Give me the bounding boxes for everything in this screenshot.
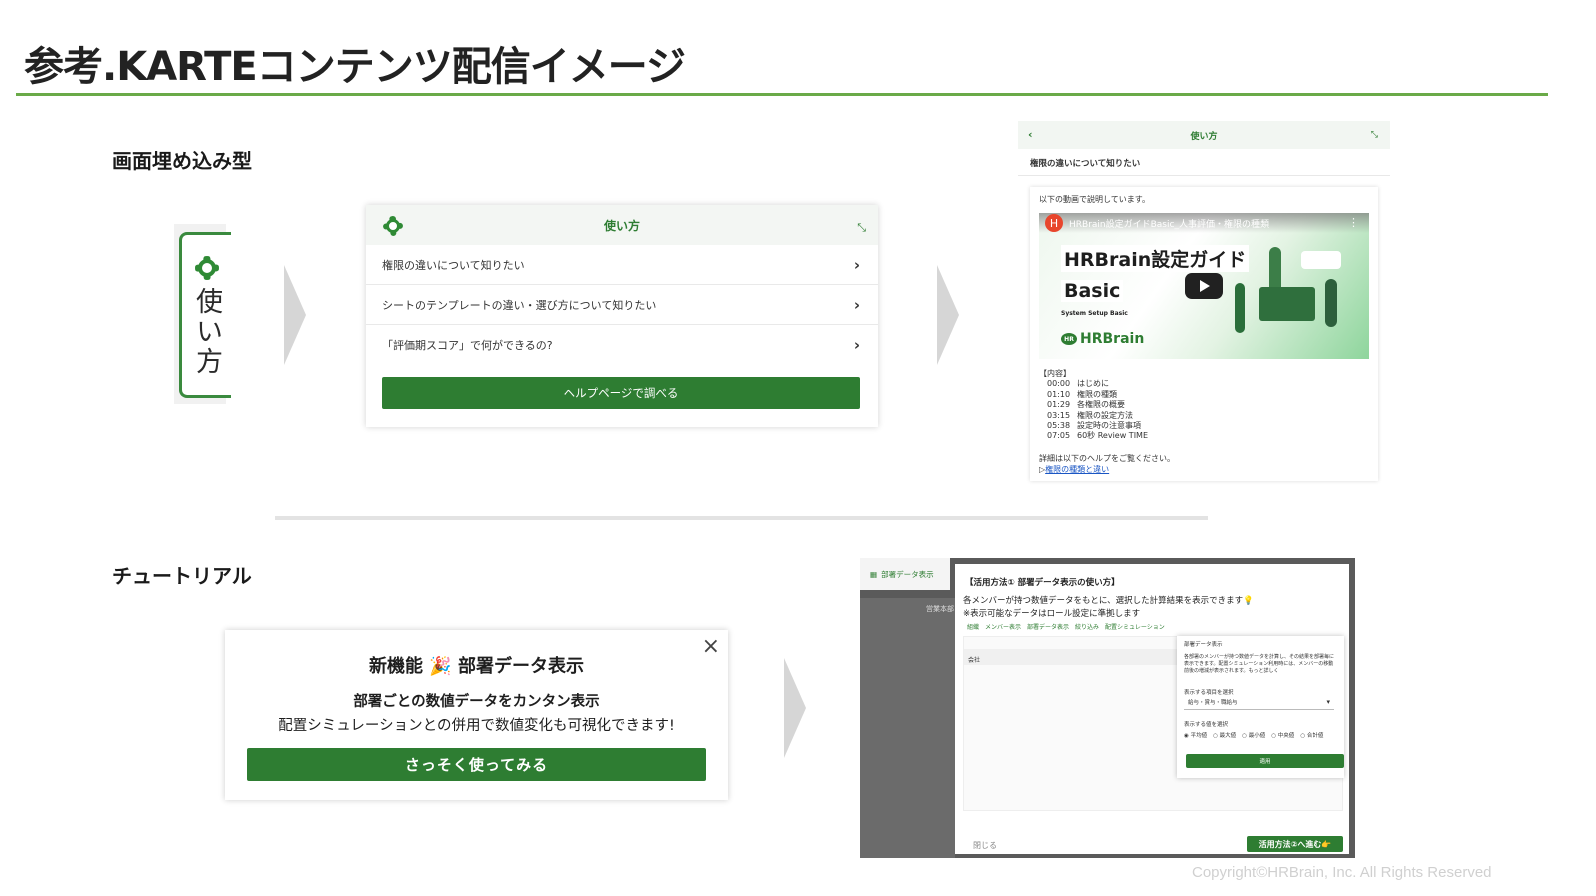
item-select-label: 表示する項目を選択 [1184, 690, 1234, 696]
value-select-label: 表示する値を選択 [1184, 722, 1229, 728]
close-button[interactable]: 閉じる [973, 840, 997, 851]
page-title: 参考.KARTEコンテンツ配信イメージ [24, 44, 686, 90]
toc-row: 01:10 権限の種類 [1047, 389, 1117, 399]
video-title: HRBrain設定ガイドBasic_人事評価・権限の種類 [1069, 219, 1269, 230]
video-subheading: System Setup Basic [1061, 310, 1128, 317]
section-divider [275, 516, 1208, 520]
brand-logo-badge: HR [1061, 333, 1077, 345]
video-brand-logo: HR HRBrain [1061, 331, 1144, 347]
usage-tab-label: 使い方 [191, 287, 222, 377]
background-label: 営業本部 [926, 605, 954, 613]
gear-icon [192, 253, 222, 283]
next-step-button[interactable]: 活用方法②へ進む👉 [1247, 836, 1343, 852]
popover-title: 部署データ表示 [1184, 642, 1223, 648]
minimize-icon[interactable]: ⤡ [857, 221, 866, 235]
detail-more-text: 詳細は以下のヘルプをご覧ください。 [1039, 454, 1175, 463]
usage-side-tab[interactable]: 使い方 [174, 224, 231, 404]
popup-description: 配置シミュレーションとの併用で数値変化も可視化できます! [278, 718, 675, 734]
video-heading: HRBrain設定ガイド [1061, 245, 1250, 272]
copyright: Copyright©HRBrain, Inc. All Rights Reser… [1192, 864, 1492, 881]
toc-row: 05:38 設定時の注意事項 [1047, 421, 1141, 431]
popup-subtitle: 部署ごとの数値データをカンタン表示 [353, 694, 600, 710]
channel-avatar: H [1045, 214, 1063, 232]
detail-card: 以下の動画で説明しています。 H HRBrain設定ガイドBasic_人事評価・… [1030, 187, 1378, 481]
back-icon[interactable]: ‹ [1028, 128, 1033, 141]
toc-row: 01:29 各権限の概要 [1047, 400, 1125, 410]
brand-name: HRBrain [1080, 331, 1145, 347]
gear-icon [382, 215, 404, 237]
modal-toolbar: 組織 メンバー表示 部署データ表示 絞り込み 配置シミュレーション [967, 624, 1165, 631]
apply-button[interactable]: 適用 [1186, 754, 1344, 768]
help-item-templates[interactable]: シートのテンプレートの違い・選び方について知りたい › [366, 285, 878, 325]
chevron-right-icon: › [853, 255, 860, 274]
help-item-label: 「評価期スコア」で何ができるの? [382, 339, 553, 352]
title-divider [16, 93, 1548, 96]
company-label: 会社 [968, 657, 981, 664]
illustration-desk [1259, 287, 1315, 321]
sidebar-item-label: 部署データ表示 [881, 569, 934, 579]
try-now-button[interactable]: さっそく使ってみる [247, 748, 706, 781]
help-widget-title: 使い方 [603, 218, 640, 233]
contents-header: 【内容】 [1039, 369, 1071, 378]
help-item-permissions[interactable]: 権限の違いについて知りたい › [366, 245, 878, 285]
illustration-chart-card [1301, 251, 1341, 269]
help-item-label: シートのテンプレートの違い・選び方について知りたい [382, 298, 657, 312]
more-vertical-icon[interactable]: ⋮ [1348, 216, 1359, 229]
sidebar-item-department-data[interactable]: ▦ 部署データ表示 [860, 558, 950, 590]
video-topbar: H HRBrain設定ガイドBasic_人事評価・権限の種類 ⋮ [1039, 213, 1369, 233]
illustration-figure [1325, 279, 1337, 327]
video-player[interactable]: H HRBrain設定ガイドBasic_人事評価・権限の種類 ⋮ HRBrain… [1039, 213, 1369, 359]
toc-row: 07:05 60秒 Review TIME [1047, 431, 1149, 441]
modal-note: ※表示可能なデータはロール設定に準拠します [963, 609, 1141, 619]
chevron-right-icon: › [853, 295, 860, 314]
modal-description: 各メンバーが持つ数値データをもとに、選択した計算結果を表示できます💡 [963, 596, 1254, 606]
popup-title: 新機能 🎉 部署データ表示 [369, 656, 584, 677]
help-item-score[interactable]: 「評価期スコア」で何ができるの? › [366, 325, 878, 365]
background-table [860, 598, 955, 858]
illustration-figure [1235, 283, 1245, 333]
detail-intro: 以下の動画で説明しています。 [1039, 195, 1150, 204]
table-icon: ▦ [870, 569, 878, 579]
tutorial-screenshot: ▦ 部署データ表示 営業本部 【活用方法① 部署データ表示の使い方】 各メンバー… [860, 558, 1355, 858]
arrow-right-icon [784, 658, 806, 758]
divider [1018, 175, 1390, 176]
toc-row: 00:00 はじめに [1047, 379, 1109, 389]
chevron-right-icon: › [853, 336, 860, 354]
section-label-tutorial: チュートリアル [112, 564, 252, 588]
help-widget: 使い方 ⤡ 権限の違いについて知りたい › シートのテンプレートの違い・選び方に… [366, 205, 878, 427]
detail-more: 詳細は以下のヘルプをご覧ください。 ▷権限の種類と違い [1039, 453, 1175, 475]
help-detail-panel: ‹ 使い方 ⤡ 権限の違いについて知りたい 以下の動画で説明しています。 H H… [1018, 121, 1390, 486]
radio-max[interactable]: ○ 最大値 [1213, 731, 1236, 739]
arrow-right-icon [937, 265, 959, 365]
popover-description: 各部署のメンバーが持つ数値データを計算し、その結果を部署毎に表示できます。配置シ… [1184, 654, 1335, 674]
modal-title: 【活用方法① 部署データ表示の使い方】 [965, 578, 1120, 588]
help-page-button[interactable]: ヘルプページで調べる [382, 377, 860, 409]
play-icon[interactable] [1185, 273, 1223, 299]
help-link[interactable]: 権限の種類と違い [1045, 465, 1109, 474]
video-contents: 【内容】 00:00 はじめに 01:10 権限の種類 01:29 各権限の概要 03… [1039, 369, 1148, 442]
new-feature-popup: × 新機能 🎉 部署データ表示 部署ごとの数値データをカンタン表示 配置シミュレ… [225, 630, 728, 800]
detail-subject: 権限の違いについて知りたい [1030, 159, 1141, 169]
section-label-embed: 画面埋め込み型 [112, 149, 252, 173]
tutorial-modal: 【活用方法① 部署データ表示の使い方】 各メンバーが持つ数値データをもとに、選択… [955, 564, 1349, 854]
item-select[interactable]: 給与・賞与・職給与 [1184, 698, 1334, 710]
detail-title: 使い方 [1190, 131, 1218, 142]
help-item-label: 権限の違いについて知りたい [382, 258, 525, 272]
value-radio-group: ◉ 平均値 ○ 最大値 ○ 最小値 ○ 中央値 ○ 合計値 [1184, 731, 1323, 739]
video-heading-basic: Basic [1061, 280, 1124, 302]
toc-row: 03:15 権限の設定方法 [1047, 410, 1133, 420]
detail-header: ‹ 使い方 ⤡ [1018, 121, 1390, 149]
radio-average[interactable]: ◉ 平均値 [1184, 731, 1207, 739]
radio-total[interactable]: ○ 合計値 [1300, 731, 1323, 739]
radio-median[interactable]: ○ 中央値 [1271, 731, 1294, 739]
radio-min[interactable]: ○ 最小値 [1242, 731, 1265, 739]
department-data-popover: 部署データ表示 各部署のメンバーが持つ数値データを計算し、その結果を部署毎に表示… [1177, 636, 1344, 778]
minimize-icon[interactable]: ⤡ [1371, 130, 1378, 140]
arrow-right-icon [284, 265, 306, 365]
help-widget-header: 使い方 ⤡ [366, 205, 878, 245]
